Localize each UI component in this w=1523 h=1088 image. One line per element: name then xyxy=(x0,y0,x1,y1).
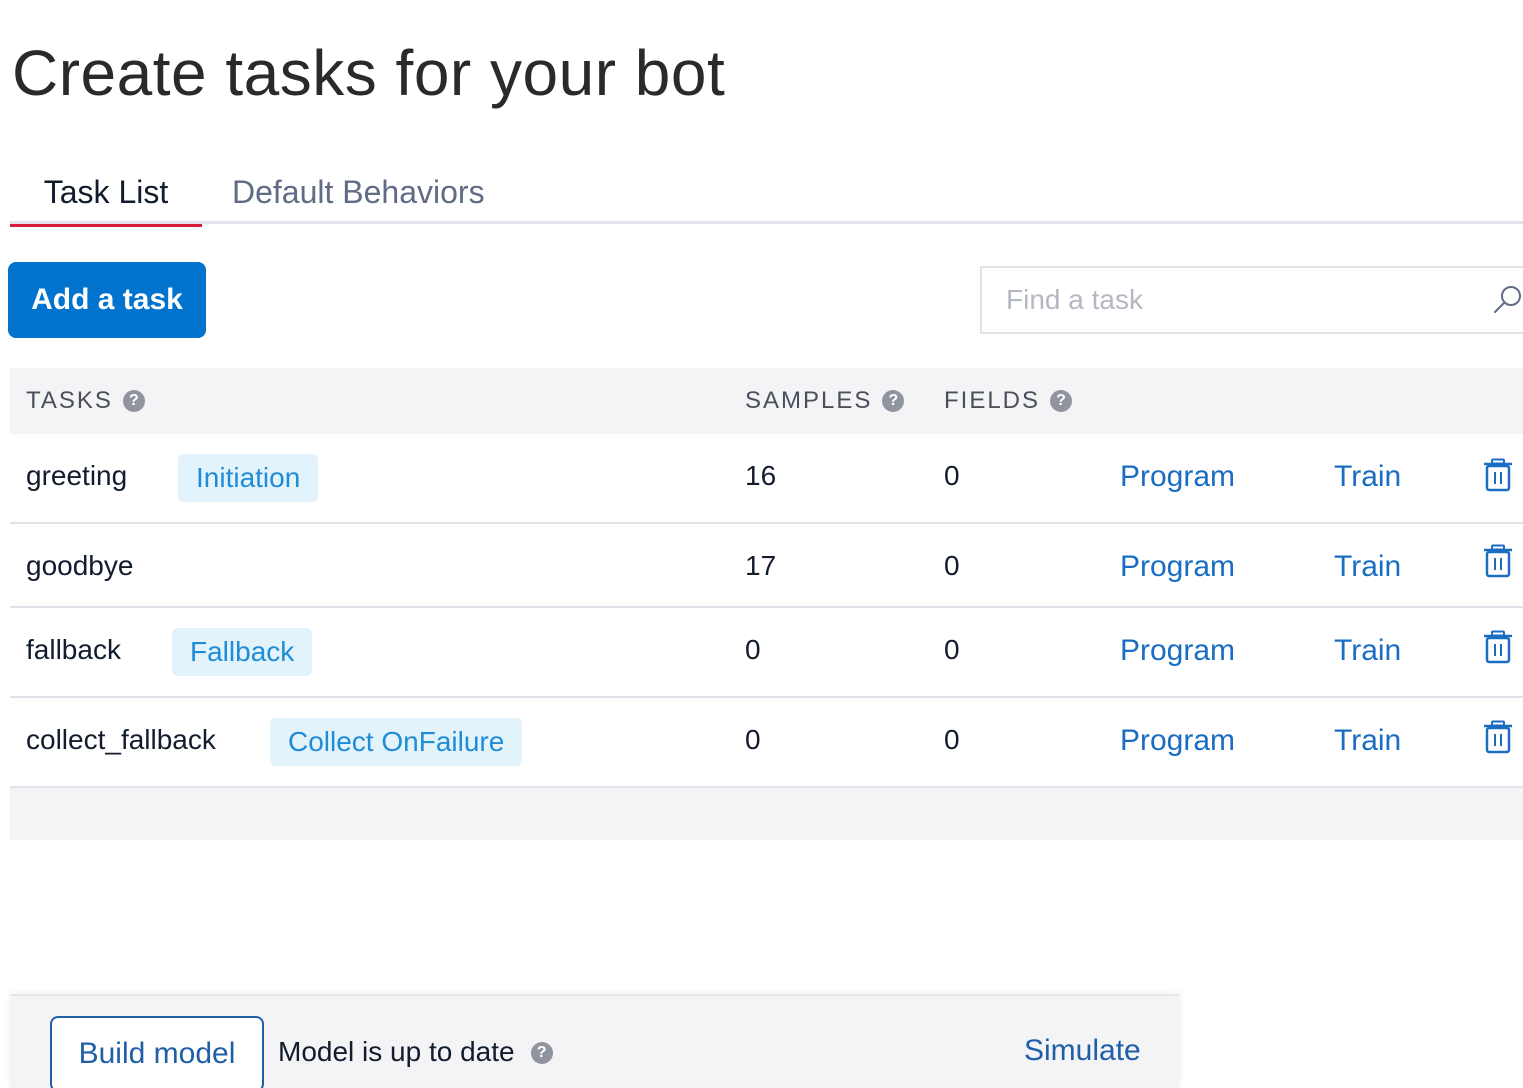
table-row: greeting Initiation 16 0 Program Train xyxy=(10,434,1523,524)
help-icon[interactable]: ? xyxy=(1050,390,1073,412)
task-tag: Fallback xyxy=(172,628,313,676)
header-fields: FIELDS? xyxy=(944,368,1073,434)
task-samples: 17 xyxy=(745,550,777,581)
trash-icon[interactable] xyxy=(1482,630,1514,664)
header-samples: SAMPLES? xyxy=(745,368,905,434)
header-tasks: TASKS? xyxy=(26,368,145,434)
search-input[interactable] xyxy=(982,268,1523,332)
tab-default-behaviors[interactable]: Default Behaviors xyxy=(232,162,485,224)
task-fields: 0 xyxy=(944,460,960,491)
page-title: Create tasks for your bot xyxy=(12,37,726,109)
program-link[interactable]: Program xyxy=(1120,634,1235,668)
tab-bar: Task List Default Behaviors xyxy=(10,162,1523,227)
task-name: fallback xyxy=(26,634,121,665)
model-status: Model is up to date? xyxy=(278,1036,553,1068)
trash-icon[interactable] xyxy=(1482,544,1514,578)
table-row: collect_fallback Collect OnFailure 0 0 P… xyxy=(10,698,1523,788)
trash-icon[interactable] xyxy=(1482,458,1514,492)
task-tag: Collect OnFailure xyxy=(270,718,523,766)
task-samples: 0 xyxy=(745,634,761,665)
task-tag: Initiation xyxy=(178,454,319,502)
task-name: goodbye xyxy=(26,550,134,581)
train-link[interactable]: Train xyxy=(1334,550,1401,584)
program-link[interactable]: Program xyxy=(1120,550,1235,584)
search-box xyxy=(980,266,1523,334)
help-icon[interactable]: ? xyxy=(122,390,145,412)
header-samples-label: SAMPLES xyxy=(745,387,873,414)
page: Create tasks for your bot Task List Defa… xyxy=(0,0,1523,1088)
model-status-text: Model is up to date xyxy=(278,1036,515,1067)
task-samples: 0 xyxy=(745,724,761,755)
task-samples: 16 xyxy=(745,460,777,491)
table-row: goodbye 17 0 Program Train xyxy=(10,524,1523,608)
search-icon[interactable] xyxy=(1489,282,1523,318)
build-model-button[interactable]: Build model xyxy=(50,1016,264,1088)
table-row: fallback Fallback 0 0 Program Train xyxy=(10,608,1523,698)
task-fields: 0 xyxy=(944,550,960,581)
program-link[interactable]: Program xyxy=(1120,724,1235,758)
add-task-button[interactable]: Add a task xyxy=(8,262,206,338)
tab-task-list[interactable]: Task List xyxy=(10,162,202,227)
header-fields-label: FIELDS xyxy=(944,387,1041,414)
train-link[interactable]: Train xyxy=(1334,724,1401,758)
help-icon[interactable]: ? xyxy=(882,390,905,412)
task-name: collect_fallback xyxy=(26,724,216,755)
train-link[interactable]: Train xyxy=(1334,460,1401,494)
task-name: greeting xyxy=(26,460,128,491)
task-table: TASKS? SAMPLES? FIELDS? greeting Initiat… xyxy=(10,368,1523,840)
train-link[interactable]: Train xyxy=(1334,634,1401,668)
task-fields: 0 xyxy=(944,634,960,665)
program-link[interactable]: Program xyxy=(1120,460,1235,494)
help-icon[interactable]: ? xyxy=(530,1042,553,1064)
header-tasks-label: TASKS xyxy=(26,387,113,414)
simulate-link[interactable]: Simulate xyxy=(1024,1034,1141,1068)
table-footer xyxy=(10,788,1523,840)
task-fields: 0 xyxy=(944,724,960,755)
table-header: TASKS? SAMPLES? FIELDS? xyxy=(10,368,1523,434)
build-bar: Build model Model is up to date? Simulat… xyxy=(10,994,1180,1088)
trash-icon[interactable] xyxy=(1482,720,1514,754)
